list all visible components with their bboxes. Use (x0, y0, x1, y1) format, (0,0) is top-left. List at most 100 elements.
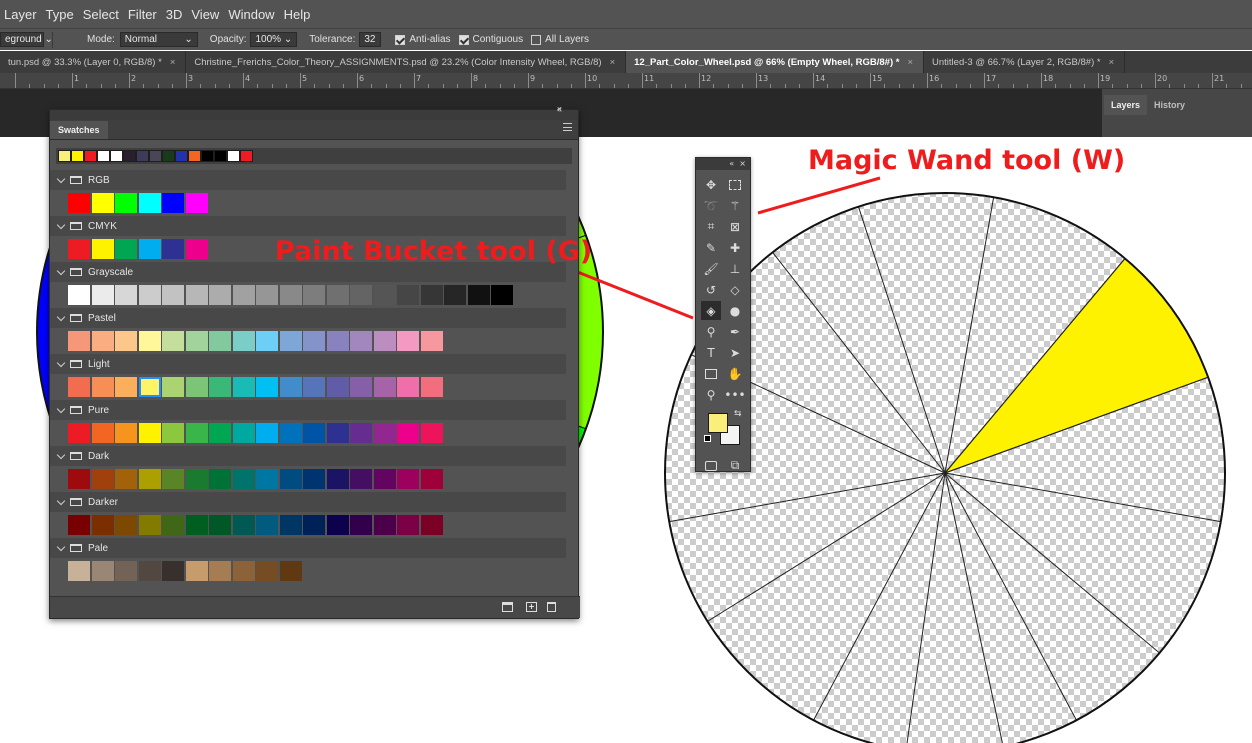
pen-tool-icon[interactable]: ✒ (725, 322, 745, 341)
color-swatch[interactable] (115, 469, 137, 489)
chevron-down-icon[interactable] (56, 266, 66, 275)
color-swatch[interactable] (232, 561, 255, 581)
color-swatch[interactable] (256, 377, 278, 397)
color-swatch[interactable] (256, 515, 278, 535)
brush-tool-icon[interactable]: 🖌 (701, 259, 721, 278)
color-swatch[interactable] (185, 561, 208, 581)
chevron-down-icon[interactable] (56, 220, 66, 229)
color-swatch[interactable] (232, 331, 255, 351)
recent-swatch[interactable] (110, 150, 123, 162)
color-swatch[interactable] (303, 469, 325, 489)
color-swatch[interactable] (232, 423, 255, 443)
swatch-group-header-darker[interactable]: Darker (50, 492, 566, 512)
magic-wand-tool-icon[interactable]: ⚚ (725, 196, 745, 215)
color-swatch[interactable] (256, 561, 278, 581)
menu-item-view[interactable]: View (191, 7, 219, 22)
antialias-option[interactable]: Anti-alias (395, 34, 451, 45)
color-swatch[interactable] (138, 285, 161, 305)
close-tab-icon[interactable]: × (907, 57, 913, 68)
color-swatch[interactable] (138, 331, 161, 351)
color-swatch[interactable] (209, 331, 231, 351)
new-group-folder-icon[interactable] (502, 602, 513, 612)
color-swatch[interactable] (420, 377, 443, 397)
type-tool-icon[interactable]: T (701, 343, 721, 362)
color-swatch[interactable] (138, 561, 161, 581)
color-swatch[interactable] (162, 377, 184, 397)
color-swatch[interactable] (91, 469, 114, 489)
swatch-group-header-pastel[interactable]: Pastel (50, 308, 566, 328)
color-swatch[interactable] (326, 377, 349, 397)
tab-layers[interactable]: Layers (1104, 95, 1148, 115)
color-swatch[interactable] (373, 285, 396, 305)
tab-swatches[interactable]: Swatches (50, 121, 108, 139)
color-swatch[interactable] (373, 469, 396, 489)
color-swatch[interactable] (162, 423, 184, 443)
color-swatch[interactable] (68, 469, 90, 489)
color-swatch[interactable] (420, 469, 443, 489)
lasso-tool-icon[interactable]: ➰ (701, 196, 721, 215)
tolerance-field[interactable]: 32 (359, 32, 382, 47)
horizontal-ruler[interactable]: 1 2 3 4 5 6 7 8 9 10 11 12 13 14 15 16 17 18 19 20 21 (0, 73, 1252, 89)
mode-dropdown[interactable]: Normal ⌄ (119, 32, 198, 47)
color-swatch[interactable] (303, 515, 325, 535)
color-swatch[interactable] (397, 469, 419, 489)
color-swatch[interactable] (138, 423, 161, 443)
color-swatch[interactable] (91, 285, 114, 305)
screen-mode-icon[interactable]: ⧉ (725, 456, 745, 475)
marquee-tool-icon[interactable] (725, 175, 745, 194)
chevron-down-icon[interactable] (56, 542, 66, 551)
color-swatch[interactable] (185, 423, 208, 443)
color-swatch[interactable] (279, 377, 302, 397)
color-swatch[interactable] (397, 331, 419, 351)
chevron-down-icon[interactable] (56, 496, 66, 505)
color-swatch[interactable] (256, 285, 278, 305)
color-swatch[interactable] (256, 331, 278, 351)
color-swatch[interactable] (138, 515, 161, 535)
chevron-down-icon[interactable] (56, 358, 66, 367)
chevron-down-icon[interactable] (56, 404, 66, 413)
color-swatch[interactable] (91, 331, 114, 351)
color-swatch[interactable] (68, 423, 90, 443)
color-swatch[interactable] (326, 515, 349, 535)
color-swatch[interactable] (209, 377, 231, 397)
recent-swatch[interactable] (188, 150, 201, 162)
swatch-group-header-dark[interactable]: Dark (50, 446, 566, 466)
color-swatch[interactable] (420, 331, 443, 351)
color-swatch[interactable] (303, 423, 325, 443)
color-swatch[interactable] (350, 377, 372, 397)
swatch-group-header-rgb[interactable]: RGB (50, 170, 566, 190)
color-swatch[interactable] (303, 285, 325, 305)
close-panel-icon[interactable]: × (557, 104, 562, 114)
recent-swatch[interactable] (136, 150, 149, 162)
menu-item-layer[interactable]: Layer (4, 7, 37, 22)
color-swatch[interactable] (397, 515, 419, 535)
panel-menu-icon[interactable] (563, 123, 572, 131)
color-swatch[interactable] (162, 193, 184, 213)
recent-swatch[interactable] (227, 150, 240, 162)
color-swatch[interactable] (162, 285, 184, 305)
color-swatch[interactable] (350, 469, 372, 489)
color-swatch[interactable] (115, 515, 137, 535)
recent-swatch[interactable] (201, 150, 214, 162)
recent-swatch[interactable] (123, 150, 136, 162)
tools-panel-titlebar[interactable]: « × (696, 158, 750, 170)
frame-tool-icon[interactable]: ⊠ (725, 217, 745, 236)
menu-item-help[interactable]: Help (284, 7, 311, 22)
crop-tool-icon[interactable]: ⌗ (701, 217, 721, 236)
color-swatch[interactable] (185, 377, 208, 397)
blur-tool-icon[interactable]: ● (725, 301, 745, 320)
color-swatch[interactable] (279, 423, 302, 443)
color-swatch[interactable] (232, 515, 255, 535)
default-colors-icon[interactable] (704, 435, 711, 442)
document-tab[interactable]: 12_Part_Color_Wheel.psd @ 66% (Empty Whe… (626, 51, 925, 73)
color-swatch[interactable] (115, 377, 137, 397)
recent-swatch[interactable] (214, 150, 227, 162)
color-swatch[interactable] (115, 193, 137, 213)
color-swatch[interactable] (279, 515, 302, 535)
paint-bucket-tool-icon[interactable]: ◈ (701, 301, 721, 320)
color-swatch[interactable] (185, 285, 208, 305)
color-swatch[interactable] (162, 239, 184, 259)
color-swatch[interactable] (397, 377, 419, 397)
color-swatch[interactable] (138, 469, 161, 489)
recent-swatch[interactable] (175, 150, 188, 162)
